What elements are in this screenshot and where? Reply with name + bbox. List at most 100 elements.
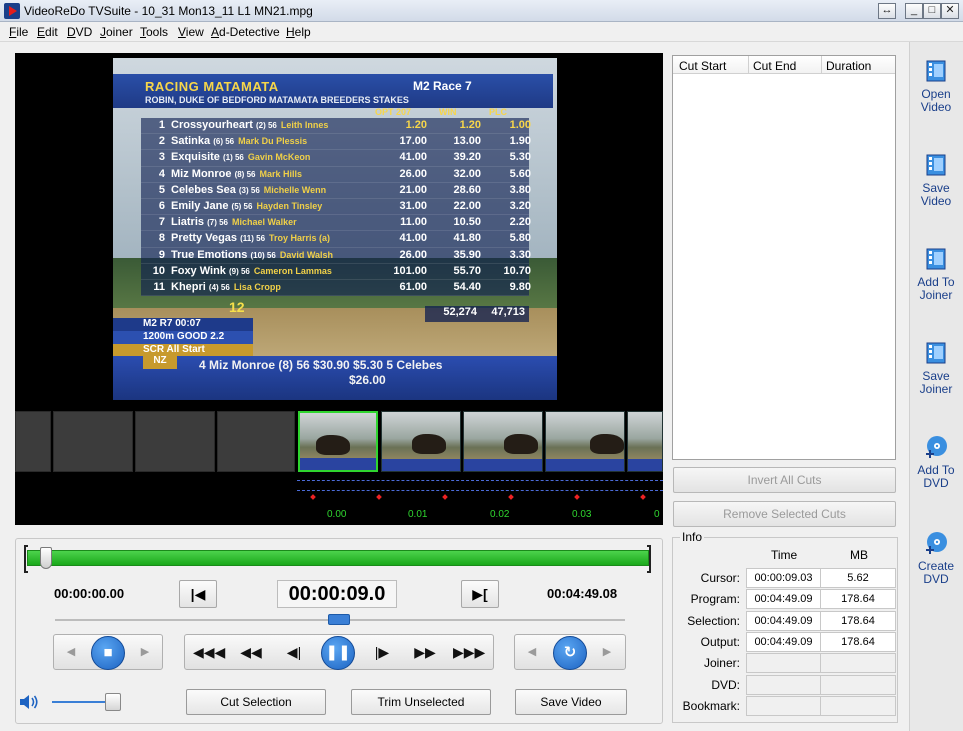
thumb-horse (412, 434, 446, 454)
sidebar-button-open-video[interactable]: Open Video (909, 58, 963, 114)
stop-button[interactable]: ■ (91, 636, 125, 670)
menu-tools[interactable]: Tools (140, 25, 168, 39)
menu-joiner[interactable]: Joiner (100, 25, 133, 39)
step-forward-icon[interactable]: |▶ (369, 640, 395, 664)
save-video-button[interactable]: Save Video (515, 689, 627, 715)
app-icon[interactable] (4, 3, 20, 19)
timeline-label: 0 (654, 509, 660, 520)
add-dvd-icon (926, 436, 947, 458)
menu-bar: File Edit DVD Joiner Tools View Ad-Detec… (0, 22, 963, 42)
info-col-mb: MB (850, 548, 868, 562)
filmstrip-thumb[interactable] (627, 411, 663, 472)
horse-detail: (8) 56 (234, 169, 256, 179)
sidebar-button-save-joiner[interactable]: Save Joiner (909, 340, 963, 396)
row-plc: 5.80 (509, 232, 531, 245)
volume-icon[interactable] (19, 694, 39, 710)
total-win: 52,274 (425, 306, 481, 322)
cut-selection-button[interactable]: Cut Selection (186, 689, 326, 715)
row-win: 22.00 (453, 199, 481, 212)
thumb-band (464, 459, 542, 471)
selection-progress-bar[interactable] (27, 550, 649, 566)
cut-list[interactable]: Cut Start Cut End Duration (672, 55, 896, 460)
save-joiner-icon (926, 342, 946, 364)
row-horse: Exquisite (1) 56 Gavin McKeon (171, 151, 310, 163)
col-separator[interactable] (748, 56, 749, 74)
cut-list-header: Cut Start Cut End Duration (673, 56, 895, 74)
horse-detail: (2) 56 (255, 121, 277, 130)
info-mb-dvd (820, 674, 896, 695)
jog-slider-thumb[interactable] (328, 614, 350, 625)
col-cut-start[interactable]: Cut Start (679, 59, 726, 73)
prev-arrow-icon[interactable]: ◀ (519, 640, 545, 664)
timeline-label: 0.00 (327, 509, 347, 520)
sidebar-line-2: Video (920, 100, 952, 114)
col-win: WIN (439, 107, 457, 117)
col-duration[interactable]: Duration (826, 59, 871, 73)
jockey-name: Michael Walker (231, 217, 297, 228)
row-horse: Celebes Sea (3) 56 Michelle Wenn (171, 184, 326, 196)
jockey-name: Gavin McKeon (247, 152, 311, 163)
timeline-marker (574, 494, 580, 500)
col-separator[interactable] (821, 56, 822, 74)
info-label-cursor: Cursor: (700, 571, 740, 585)
restore-icon[interactable]: ↔ (878, 3, 896, 19)
menu-dvd[interactable]: DVD (67, 25, 92, 39)
prev-arrow-icon[interactable]: ◀ (58, 640, 84, 664)
horse-detail: (10) 56 (250, 250, 276, 260)
menu-edit[interactable]: Edit (37, 25, 58, 39)
video-frame[interactable]: RACING MATAMATA M2 Race 7 ROBIN, DUKE OF… (113, 58, 557, 400)
info-label-selection: Selection: (687, 613, 740, 628)
current-time[interactable]: 00:00:09.0 (277, 580, 397, 608)
fast-forward-icon[interactable]: ▶▶ (412, 640, 438, 664)
remove-selected-cuts-button[interactable]: Remove Selected Cuts (673, 501, 896, 527)
row-win: 55.70 (453, 264, 481, 277)
overlay-number: 12 (229, 299, 245, 315)
jockey-name: Mark Du Plessis (238, 136, 308, 147)
close-button[interactable]: ✕ (941, 3, 959, 19)
trim-unselected-button[interactable]: Trim Unselected (351, 689, 491, 715)
video-preview-pane[interactable]: RACING MATAMATA M2 Race 7 ROBIN, DUKE OF… (15, 53, 663, 525)
menu-help[interactable]: Help (286, 25, 311, 39)
next-arrow-icon[interactable]: ▶ (132, 640, 158, 664)
board-row: 9 True Emotions (10) 56 David Walsh 26.00 35… (141, 247, 531, 264)
filmstrip-thumb[interactable] (545, 411, 625, 472)
go-end-button[interactable]: ▶[ (461, 580, 499, 608)
filmstrip-thumb[interactable] (381, 411, 461, 472)
filmstrip-empty (135, 411, 215, 472)
pause-button[interactable]: ❚❚ (321, 636, 355, 670)
row-opt: 101.00 (393, 264, 427, 277)
fast-rewind-icon[interactable]: ◀◀◀ (193, 640, 225, 664)
row-number: 2 (158, 135, 165, 148)
row-number: 6 (158, 199, 165, 212)
board-row: 1 Crossyourheart (2) 56 Leith Innes 1.20 1.2… (141, 118, 531, 135)
row-number: 7 (158, 216, 165, 229)
invert-all-cuts-button[interactable]: Invert All Cuts (673, 467, 896, 493)
col-cut-end[interactable]: Cut End (753, 59, 796, 73)
go-start-button[interactable]: |◀ (179, 580, 217, 608)
sidebar-button-create-dvd[interactable]: Create DVD (909, 530, 963, 586)
filmstrip-thumb[interactable] (463, 411, 543, 472)
sidebar-button-save-video[interactable]: Save Video (909, 152, 963, 208)
refresh-button[interactable]: ↻ (553, 636, 587, 670)
info-mb-program: 178.64 (820, 589, 896, 610)
volume-slider-thumb[interactable] (105, 693, 121, 711)
horse-name: Celebes Sea (171, 183, 236, 196)
step-back-icon[interactable]: ◀| (281, 640, 307, 664)
sidebar-line-2: Joiner (919, 382, 953, 396)
menu-file[interactable]: File (9, 25, 28, 39)
progress-thumb[interactable] (40, 547, 53, 569)
menu-view[interactable]: View (178, 25, 204, 39)
horse-name: Crossyourheart (171, 119, 253, 131)
thumb-band (300, 458, 376, 470)
sidebar-button-add-to-dvd[interactable]: Add To DVD (909, 434, 963, 490)
menu-ad-detective[interactable]: Ad-Detective (211, 25, 280, 39)
rewind-icon[interactable]: ◀◀ (238, 640, 264, 664)
minimize-button[interactable]: _ (905, 3, 923, 19)
row-horse: Liatris (7) 56 Michael Walker (171, 216, 297, 228)
row-horse: Khepri (4) 56 Lisa Cropp (171, 281, 281, 293)
filmstrip-thumb-selected[interactable] (298, 411, 378, 472)
sidebar-button-add-to-joiner[interactable]: Add To Joiner (909, 246, 963, 302)
next-arrow-icon[interactable]: ▶ (594, 640, 620, 664)
fastest-forward-icon[interactable]: ▶▶▶ (453, 640, 485, 664)
maximize-button[interactable]: □ (923, 3, 941, 19)
